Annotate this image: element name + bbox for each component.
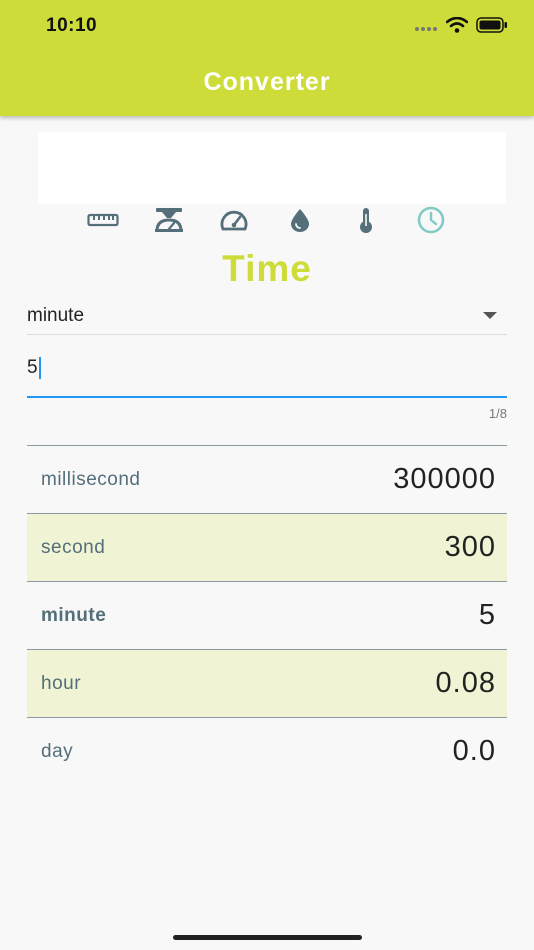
wifi-icon bbox=[445, 16, 469, 38]
result-unit-value: 300000 bbox=[393, 463, 496, 495]
page-heading: Time bbox=[222, 248, 312, 289]
result-unit-name: second bbox=[41, 537, 106, 558]
result-unit-name: millisecond bbox=[41, 469, 141, 490]
chevron-down-icon bbox=[483, 312, 497, 319]
result-unit-name: day bbox=[41, 741, 74, 762]
clock-icon bbox=[416, 205, 446, 240]
result-unit-name: minute bbox=[41, 605, 107, 626]
ad-banner bbox=[38, 132, 506, 204]
text-cursor bbox=[39, 357, 41, 379]
value-input[interactable] bbox=[27, 357, 497, 379]
result-unit-name: hour bbox=[41, 673, 82, 694]
category-temperature[interactable] bbox=[333, 204, 399, 240]
character-counter: 1/8 bbox=[488, 406, 507, 421]
category-time[interactable] bbox=[398, 204, 464, 240]
result-unit-value: 300 bbox=[444, 531, 496, 563]
app-bar: 10:10 Converter bbox=[0, 0, 534, 116]
ruler-icon bbox=[87, 212, 119, 233]
category-bar bbox=[70, 204, 464, 240]
result-row-minute: minute 5 bbox=[27, 582, 507, 650]
result-row-millisecond: millisecond 300000 bbox=[27, 446, 507, 514]
result-row-day: day 0.0 bbox=[27, 718, 507, 785]
status-icons bbox=[414, 16, 508, 38]
water-drop-icon bbox=[288, 207, 312, 238]
scale-icon bbox=[154, 207, 184, 238]
category-length[interactable] bbox=[70, 204, 136, 240]
speedometer-icon bbox=[219, 208, 249, 237]
results-list: millisecond 300000 second 300 minute 5 h… bbox=[27, 445, 507, 785]
app-title: Converter bbox=[203, 68, 331, 96]
result-unit-value: 0.0 bbox=[452, 735, 496, 767]
thermometer-icon bbox=[358, 206, 374, 239]
unit-dropdown[interactable]: minute bbox=[27, 296, 507, 335]
result-row-hour: hour 0.08 bbox=[27, 650, 507, 718]
category-speed[interactable] bbox=[201, 204, 267, 240]
status-time: 10:10 bbox=[46, 15, 98, 36]
result-unit-value: 5 bbox=[478, 599, 496, 631]
category-volume[interactable] bbox=[267, 204, 333, 240]
value-input-container bbox=[27, 335, 507, 398]
category-mass[interactable] bbox=[136, 204, 202, 240]
battery-icon bbox=[476, 17, 508, 38]
result-unit-value: 0.08 bbox=[435, 667, 496, 699]
home-indicator[interactable] bbox=[173, 935, 362, 940]
unit-dropdown-value: minute bbox=[27, 305, 85, 326]
cellular-signal-icon bbox=[414, 19, 438, 37]
result-row-second: second 300 bbox=[27, 514, 507, 582]
